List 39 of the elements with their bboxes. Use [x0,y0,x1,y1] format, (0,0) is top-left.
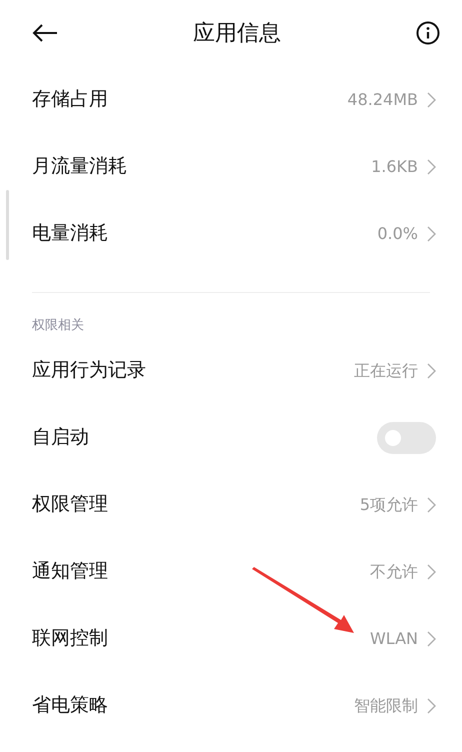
row-value: 48.24MB [347,88,418,110]
row-value: WLAN [370,628,418,650]
row-label: 联网控制 [32,626,108,652]
row-label: 通知管理 [32,559,108,584]
row-value: 1.6KB [371,156,418,178]
row-label: 权限管理 [32,492,108,518]
row-label: 自启动 [32,425,89,450]
row-value: 正在运行 [354,360,418,382]
row-value: 0.0% [377,222,418,244]
settings-row[interactable]: 权限管理 5项允许 [0,471,462,538]
settings-row[interactable]: 联网控制 WLAN [0,605,462,672]
row-value: 5项允许 [360,494,418,516]
info-icon[interactable] [416,21,440,45]
settings-row[interactable]: 应用行为记录 正在运行 [0,337,462,404]
settings-row[interactable]: 存储占用 48.24MB [0,66,462,133]
chevron-icon [427,564,436,580]
row-label: 电量消耗 [32,221,108,246]
chevron-icon [427,226,436,242]
chevron-icon [427,158,436,174]
section-title: 权限相关 [32,316,84,334]
settings-row[interactable]: 月流量消耗 1.6KB [0,133,462,200]
chevron-icon [427,698,436,714]
row-label: 月流量消耗 [32,154,127,180]
settings-row[interactable]: 通知管理 不允许 [0,538,462,605]
chevron-icon [427,92,436,108]
row-label: 存储占用 [32,87,108,112]
chevron-icon [427,630,436,646]
row-value: 智能限制 [354,694,418,716]
scroll-indicator [6,190,9,260]
row-value: 不允许 [370,560,418,582]
back-arrow-icon[interactable] [32,24,58,42]
page-title: 应用信息 [193,20,281,48]
chevron-icon [427,496,436,512]
settings-row[interactable]: 电量消耗 0.0% [0,200,462,267]
toggle-switch[interactable] [377,422,436,454]
chevron-icon [427,362,436,378]
row-label: 应用行为记录 [32,358,146,384]
settings-row[interactable]: 省电策略 智能限制 [0,672,462,739]
row-label: 省电策略 [32,693,108,718]
